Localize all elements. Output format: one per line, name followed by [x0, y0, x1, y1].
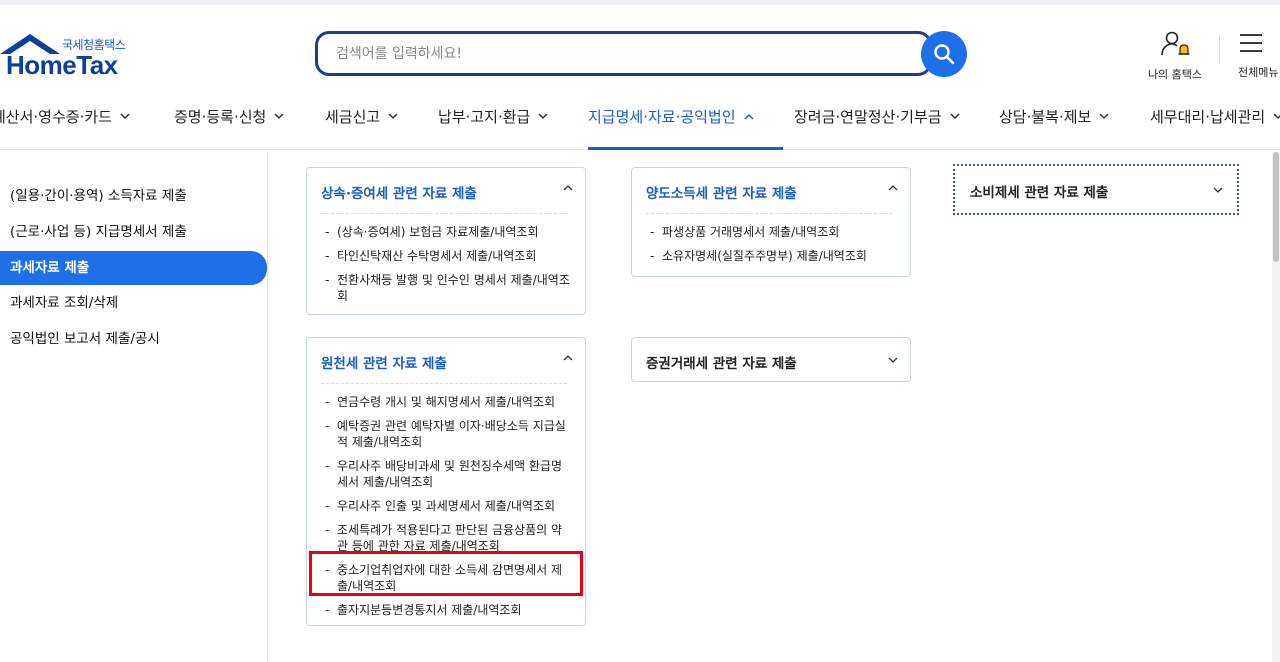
chevron-down-icon [274, 112, 284, 119]
search-button[interactable] [921, 31, 967, 77]
chevron-down-icon [1213, 187, 1223, 193]
card-title[interactable]: 상속·증여세 관련 자료 제출 [321, 182, 477, 202]
card-title[interactable]: 양도소득세 관련 자료 제출 [646, 182, 797, 202]
chevron-down-icon [1099, 112, 1109, 119]
user-bell-icon [1161, 31, 1190, 56]
nav-item-tax-agent[interactable]: 세무대리·납세관리 [1150, 105, 1280, 127]
nav-item-incentive[interactable]: 장려금·연말정산·기부금 [794, 105, 960, 127]
nav-item-consulting[interactable]: 상담·불복·제보 [999, 105, 1109, 127]
search-icon [934, 44, 955, 65]
link-insurance-data[interactable]: (상속·증여세) 보험금 자료제출/내역조회 [323, 224, 571, 240]
nav-item-certificate[interactable]: 증명·등록·신청 [174, 105, 284, 127]
card-transfer-income-tax: 양도소득세 관련 자료 제출 파생상품 거래명세서 제출/내역조회 소유자명세(… [631, 167, 911, 277]
sidebar-item-payment-statement[interactable]: (근로·사업 등) 지급명세서 제출 [0, 215, 267, 249]
nav-item-payment[interactable]: 납부·고지·환급 [438, 105, 548, 127]
chevron-down-icon [1273, 112, 1280, 119]
card-inheritance-tax: 상속·증여세 관련 자료 제출 (상속·증여세) 보험금 자료제출/내역조회 타… [306, 167, 586, 315]
nav-item-tax-filing[interactable]: 세금신고 [325, 105, 398, 127]
sidebar-item-tax-data-submit[interactable]: 과세자료 제출 [0, 251, 267, 285]
chevron-up-icon[interactable] [888, 184, 898, 191]
link-financial-product-terms[interactable]: 조세특례가 적용된다고 판단된 금융상품의 약관 등에 관한 자료 제출/내역조… [323, 522, 571, 554]
chevron-down-icon [950, 112, 960, 119]
nav-active-underline [588, 147, 783, 150]
chevron-up-icon[interactable] [563, 354, 573, 361]
all-menu-button[interactable]: 전체메뉴 [1238, 30, 1280, 80]
chevron-down-icon [120, 112, 130, 119]
card-link-list: 파생상품 거래명세서 제출/내역조회 소유자명세(실질주주명부) 제출/내역조회 [648, 224, 896, 272]
link-convertible-bond[interactable]: 전환사채등 발행 및 인수인 명세서 제출/내역조회 [323, 272, 571, 304]
chevron-down-icon [888, 357, 898, 363]
card-divider [321, 213, 567, 214]
card-securities-tax[interactable]: 증권거래세 관련 자료 제출 [631, 337, 911, 382]
link-esop-dividend[interactable]: 우리사주 배당비과세 및 원천징수세액 환급명세서 제출/내역조회 [323, 458, 571, 490]
card-divider [321, 383, 567, 384]
card-title: 증권거래세 관련 자료 제출 [646, 356, 797, 372]
chevron-up-icon[interactable] [563, 184, 573, 191]
link-deposit-securities[interactable]: 예탁증권 관련 예탁자별 이자·배당소득 지급실적 제출/내역조회 [323, 418, 571, 450]
link-shareholder-list[interactable]: 소유자명세(실질주주명부) 제출/내역조회 [648, 248, 896, 264]
search-box [315, 31, 932, 76]
header-divider [1219, 36, 1220, 64]
nav-item-invoice[interactable]: 계산서·영수증·카드 [0, 105, 130, 127]
logo-title: HomeTax [6, 50, 118, 80]
card-title: 소비제세 관련 자료 제출 [970, 185, 1109, 201]
sidebar-item-daily-income[interactable]: (일용·간이·용역) 소득자료 제출 [0, 179, 267, 213]
link-esop-withdrawal[interactable]: 우리사주 인출 및 과세명세서 제출/내역조회 [323, 498, 571, 514]
all-menu-label: 전체메뉴 [1238, 66, 1279, 79]
my-hometax-label: 나의 홈택스 [1147, 68, 1203, 81]
card-link-list: (상속·증여세) 보험금 자료제출/내역조회 타인신탁재산 수탁명세서 제출/내… [323, 224, 571, 312]
hometax-logo[interactable]: 국세청홈택스 HomeTax [0, 30, 140, 80]
card-title[interactable]: 원천세 관련 자료 제출 [321, 352, 447, 372]
link-trust-asset[interactable]: 타인신탁재산 수탁명세서 제출/내역조회 [323, 248, 571, 264]
link-derivatives[interactable]: 파생상품 거래명세서 제출/내역조회 [648, 224, 896, 240]
nav-item-payment-statement[interactable]: 지급명세·자료·공익법인 [588, 105, 754, 127]
scrollbar-thumb[interactable] [1273, 152, 1279, 262]
highlight-box [309, 551, 583, 596]
sidebar: (일용·간이·용역) 소득자료 제출 (근로·사업 등) 지급명세서 제출 과세… [0, 152, 268, 662]
search-input[interactable] [318, 34, 878, 73]
my-hometax-button[interactable]: 나의 홈택스 [1140, 30, 1210, 82]
hamburger-icon [1240, 34, 1262, 52]
link-pension[interactable]: 연금수령 개시 및 해지명세서 제출/내역조회 [323, 394, 571, 410]
chevron-up-icon [744, 113, 754, 120]
main-nav: 계산서·영수증·카드 증명·등록·신청 세금신고 납부·고지·환급 지급명세·자… [0, 95, 1280, 150]
link-equity-change[interactable]: 출자지분등변경통지서 제출/내역조회 [323, 602, 571, 618]
sidebar-item-tax-data-query[interactable]: 과세자료 조회/삭제 [0, 286, 267, 320]
page-scrollbar[interactable] [1272, 152, 1280, 662]
chevron-down-icon [388, 112, 398, 119]
chevron-down-icon [538, 112, 548, 119]
sidebar-item-public-corp[interactable]: 공익법인 보고서 제출/공시 [0, 322, 267, 356]
card-consumption-tax[interactable]: 소비제세 관련 자료 제출 [953, 164, 1239, 215]
card-divider [646, 213, 892, 214]
top-strip [0, 0, 1280, 5]
